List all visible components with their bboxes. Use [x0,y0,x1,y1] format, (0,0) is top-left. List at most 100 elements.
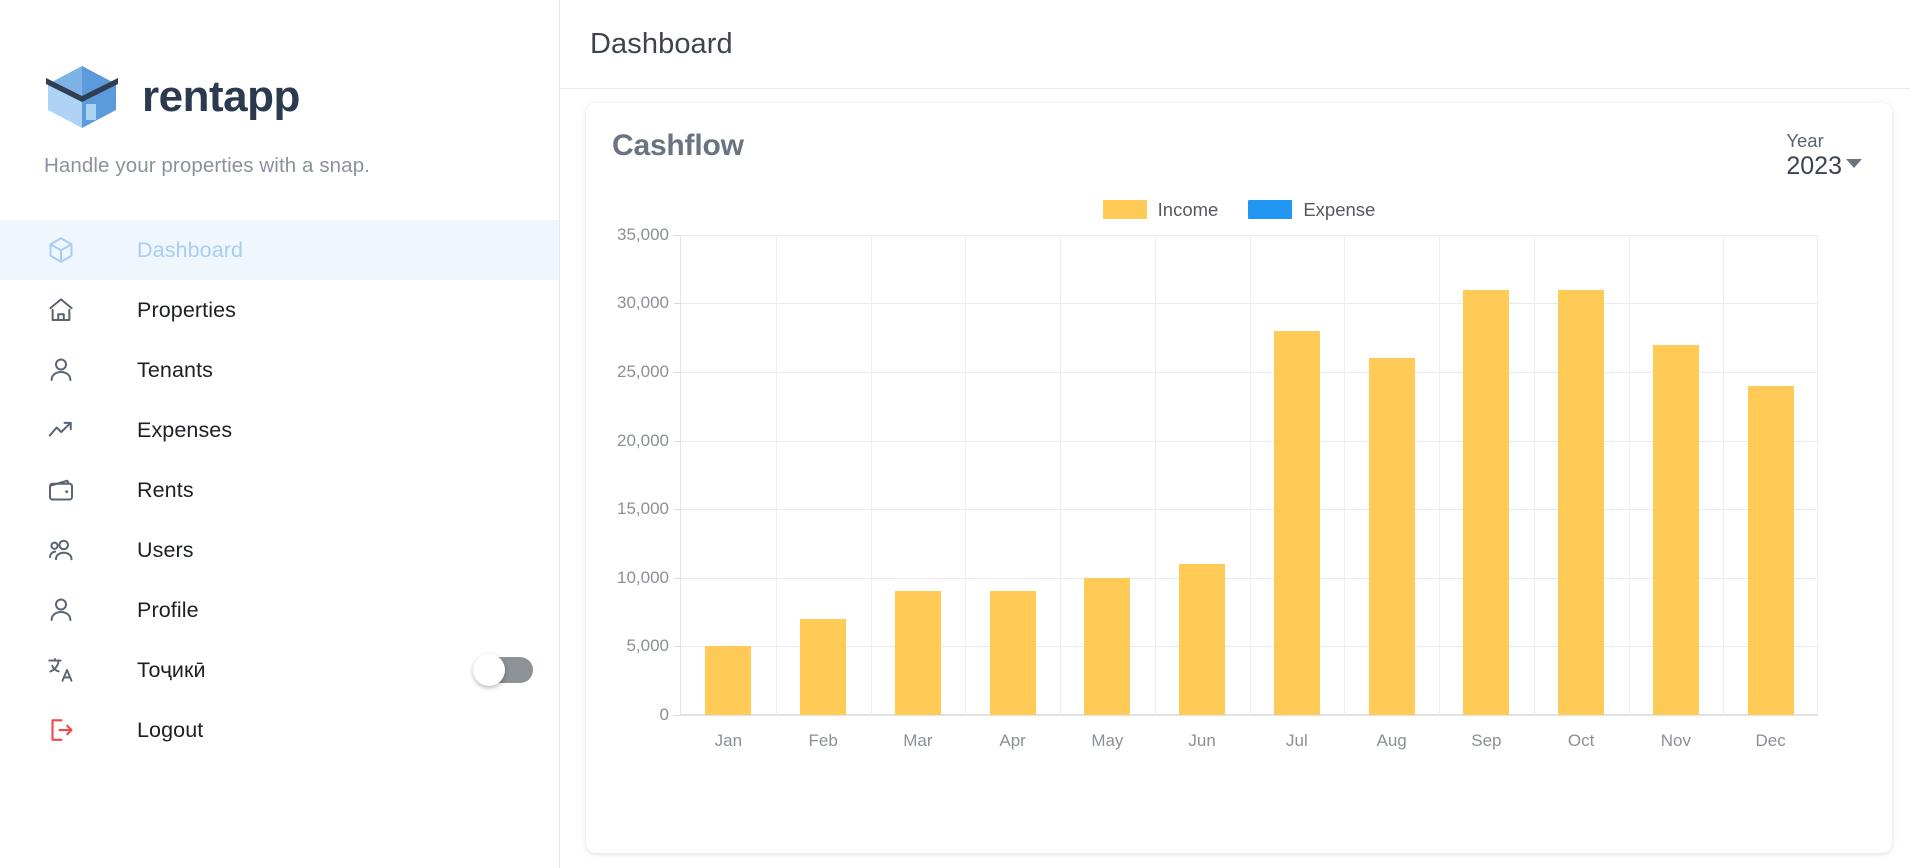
sidebar-nav: Dashboard Properties [0,220,559,760]
sidebar-item-language[interactable]: Тоҷикӣ [0,640,559,700]
bar-group-jun[interactable]: Jun [1155,235,1250,715]
sidebar-item-label: Logout [137,718,203,743]
scrollbar-track[interactable] [1910,0,1918,868]
app-root: rentapp Handle your properties with a sn… [0,0,1918,868]
sidebar-item-label: Profile [137,598,199,623]
brand: rentapp [0,0,559,132]
language-toggle[interactable] [475,657,533,683]
gridline-vertical [776,235,777,715]
bar-group-apr[interactable]: Apr [965,235,1060,715]
gridline-vertical [1344,235,1345,715]
y-axis-tick-label: 5,000 [626,636,669,656]
trending-up-icon [44,413,78,447]
people-icon [44,533,78,567]
page-title: Dashboard [590,28,733,61]
x-axis-tick-label: Jan [715,731,742,751]
gridline-vertical [965,235,966,715]
y-axis-tick-mark [674,372,681,373]
bar-group-jan[interactable]: Jan [681,235,776,715]
sidebar: rentapp Handle your properties with a sn… [0,0,560,868]
sidebar-item-dashboard[interactable]: Dashboard [0,220,559,280]
sidebar-item-label: Users [137,538,194,563]
sidebar-item-expenses[interactable]: Expenses [0,400,559,460]
sidebar-item-tenants[interactable]: Tenants [0,340,559,400]
x-axis-tick-label: Nov [1661,731,1691,751]
bar-income-oct[interactable] [1558,290,1604,715]
gridline-vertical [1060,235,1061,715]
legend-label: Income [1158,199,1219,221]
x-axis-tick-label: Oct [1568,731,1594,751]
gridline-vertical [1155,235,1156,715]
y-axis-tick-mark [674,578,681,579]
bar-group-oct[interactable]: Oct [1534,235,1629,715]
brand-name: rentapp [142,72,300,122]
sidebar-item-label: Expenses [137,418,232,443]
main-area: Dashboard Cashflow Year 2023 IncomeExpen… [560,0,1918,868]
bar-income-jan[interactable] [705,646,751,715]
content-area: Cashflow Year 2023 IncomeExpense 05,0001… [560,89,1918,868]
y-axis-tick-label: 15,000 [617,499,669,519]
x-axis-tick-label: Sep [1471,731,1501,751]
y-axis-tick-label: 0 [660,705,669,725]
cashflow-chart: 05,00010,00015,00020,00025,00030,00035,0… [608,235,1870,755]
legend-item-income[interactable]: Income [1103,199,1219,221]
cashflow-card: Cashflow Year 2023 IncomeExpense 05,0001… [586,103,1892,853]
gridline-vertical [1817,235,1818,715]
sidebar-item-label: Tenants [137,358,213,383]
y-axis-tick-mark [674,646,681,647]
x-axis-tick-label: Apr [999,731,1025,751]
bar-group-sep[interactable]: Sep [1439,235,1534,715]
bar-income-sep[interactable] [1463,290,1509,715]
bar-income-apr[interactable] [990,591,1036,714]
y-axis-tick-mark [674,509,681,510]
top-bar: Dashboard [560,0,1918,89]
x-axis-tick-label: Jun [1188,731,1215,751]
sidebar-item-profile[interactable]: Profile [0,580,559,640]
gridline-horizontal [681,715,1818,716]
translate-icon [44,653,78,687]
bar-income-dec[interactable] [1748,386,1794,715]
year-select[interactable]: Year 2023 [1786,129,1862,181]
y-axis-tick-label: 35,000 [617,225,669,245]
sidebar-item-properties[interactable]: Properties [0,280,559,340]
bar-income-may[interactable] [1084,578,1130,715]
x-axis-tick-label: Feb [808,731,837,751]
bar-income-feb[interactable] [800,619,846,715]
x-axis-tick-label: May [1091,731,1123,751]
y-axis-tick-mark [674,235,681,236]
bar-income-jul[interactable] [1274,331,1320,715]
x-axis-tick-label: Dec [1756,731,1786,751]
gridline-vertical [1723,235,1724,715]
house-cube-logo-icon [44,62,120,132]
logout-icon [44,713,78,747]
sidebar-item-users[interactable]: Users [0,520,559,580]
sidebar-item-label: Dashboard [137,238,243,263]
language-toggle-knob [473,654,505,686]
bar-group-dec[interactable]: Dec [1723,235,1818,715]
gridline-vertical [871,235,872,715]
bar-group-feb[interactable]: Feb [776,235,871,715]
bar-income-mar[interactable] [895,591,941,714]
legend-item-expense[interactable]: Expense [1248,199,1375,221]
cube-icon [44,233,78,267]
x-axis-tick-label: Mar [903,731,932,751]
bar-group-may[interactable]: May [1060,235,1155,715]
y-axis-tick-label: 10,000 [617,568,669,588]
bar-income-aug[interactable] [1369,358,1415,715]
bar-group-mar[interactable]: Mar [871,235,966,715]
chart-plot-area: 05,00010,00015,00020,00025,00030,00035,0… [680,235,1818,715]
legend-swatch-icon [1248,200,1292,219]
sidebar-item-label: Тоҷикӣ [137,658,206,683]
bar-group-aug[interactable]: Aug [1344,235,1439,715]
bar-income-nov[interactable] [1653,345,1699,715]
legend-label: Expense [1303,199,1375,221]
sidebar-item-logout[interactable]: Logout [0,700,559,760]
sidebar-item-rents[interactable]: Rents [0,460,559,520]
x-axis-tick-label: Jul [1286,731,1308,751]
chart-legend: Income Expense [586,199,1892,221]
bar-income-jun[interactable] [1179,564,1225,715]
gridline-vertical [1250,235,1251,715]
home-icon [44,293,78,327]
bar-group-nov[interactable]: Nov [1629,235,1724,715]
bar-group-jul[interactable]: Jul [1250,235,1345,715]
